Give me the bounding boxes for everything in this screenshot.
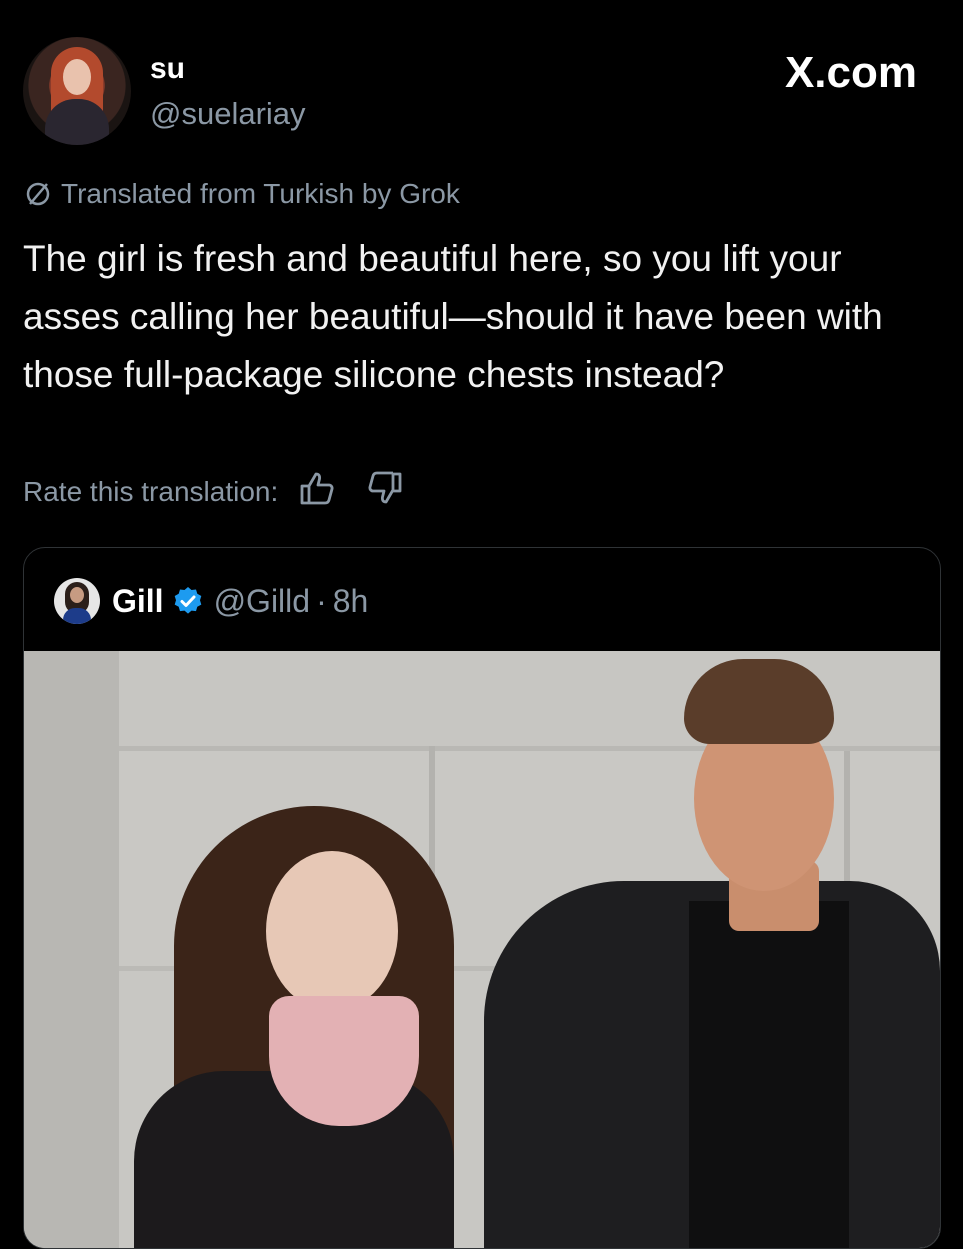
rate-translation: Rate this translation: (23, 470, 404, 513)
post-time[interactable]: 8h (333, 583, 369, 620)
author-avatar[interactable] (23, 37, 131, 145)
author-name[interactable]: su (150, 52, 185, 86)
translate-icon (26, 182, 50, 206)
site-logo: X.com (784, 48, 917, 97)
quoted-author-handle[interactable]: @Gilld (214, 583, 311, 620)
thumbs-up-icon (300, 472, 334, 505)
quoted-author-name[interactable]: Gill (112, 583, 164, 620)
translation-note-text: Translated from Turkish by Grok (61, 178, 460, 209)
quoted-post[interactable]: Gill @Gilld · 8h (23, 547, 941, 1249)
verified-badge-icon (174, 587, 201, 614)
thumbs-down-icon (368, 471, 402, 504)
post-text: The girl is fresh and beautiful here, so… (23, 238, 883, 395)
quoted-post-image[interactable] (24, 651, 940, 1248)
thumbs-up-button[interactable] (298, 470, 336, 513)
thumbs-down-button[interactable] (366, 470, 404, 513)
author-handle[interactable]: @suelariay (150, 96, 306, 132)
rate-label: Rate this translation: (23, 475, 279, 507)
quoted-author-avatar[interactable] (54, 578, 100, 624)
verified-badge (172, 585, 204, 617)
meta-separator: · (316, 582, 327, 619)
quoted-post-header: Gill @Gilld · 8h (54, 578, 368, 624)
translation-note: Translated from Turkish by Grok (23, 178, 460, 210)
